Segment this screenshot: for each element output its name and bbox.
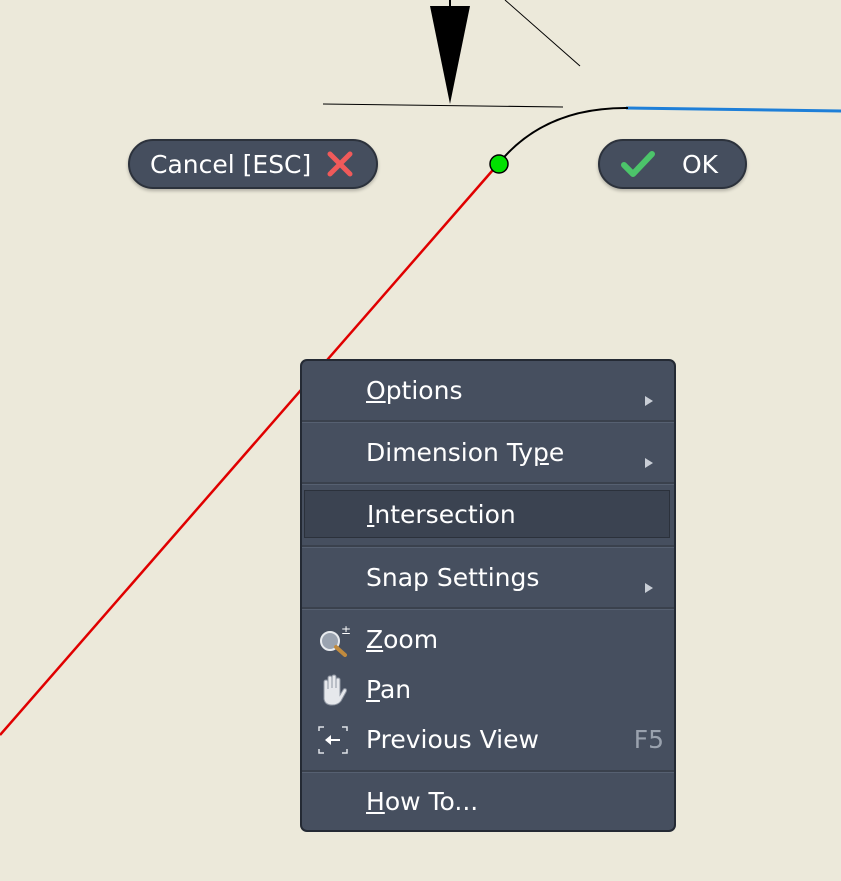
submenu-arrow-icon	[644, 384, 654, 413]
svg-text:±: ±	[341, 623, 350, 637]
menu-item-dimension-type[interactable]: Dimension Type	[302, 428, 674, 476]
cancel-button-label: Cancel [ESC]	[150, 149, 312, 179]
close-icon	[325, 149, 355, 179]
menu-item-label: Previous View	[366, 724, 539, 754]
menu-item-pan[interactable]: Pan	[302, 665, 674, 713]
snap-point[interactable]	[489, 154, 509, 174]
blue-line[interactable]	[625, 106, 841, 113]
menu-item-zoom[interactable]: ± Zoom	[302, 615, 674, 663]
menu-item-options[interactable]: Options	[302, 366, 674, 414]
menu-item-label: How To...	[366, 786, 479, 816]
menu-item-label: Snap Settings	[366, 562, 540, 592]
zoom-icon: ±	[316, 623, 351, 657]
menu-item-label: Pan	[366, 674, 412, 704]
context-menu: Options Dimension Type Intersection Snap…	[300, 359, 676, 832]
menu-separator	[302, 482, 674, 485]
menu-item-snap-settings[interactable]: Snap Settings	[302, 553, 674, 601]
cancel-button[interactable]: Cancel [ESC]	[128, 139, 378, 189]
menu-item-label: Zoom	[366, 624, 439, 654]
extension-line	[322, 103, 564, 108]
ok-button[interactable]: OK	[598, 139, 747, 189]
menu-separator	[302, 545, 674, 548]
ok-button-label: OK	[682, 149, 719, 179]
menu-item-intersection[interactable]: Intersection	[304, 490, 670, 538]
pan-hand-icon	[316, 673, 350, 707]
menu-separator	[302, 420, 674, 423]
leader-line	[504, 0, 581, 67]
menu-item-how-to[interactable]: How To...	[302, 777, 674, 825]
menu-item-label: Options	[366, 375, 463, 405]
submenu-arrow-icon	[644, 446, 654, 475]
menu-item-label: Intersection	[367, 499, 516, 529]
submenu-arrow-icon	[644, 571, 654, 600]
dimension-arrowhead	[430, 6, 470, 104]
shortcut-label: F5	[633, 724, 664, 754]
menu-separator	[302, 770, 674, 773]
menu-item-previous-view[interactable]: Previous View F5	[302, 715, 674, 763]
checkmark-icon	[620, 149, 656, 179]
menu-item-label: Dimension Type	[366, 437, 565, 467]
previous-view-icon	[316, 723, 350, 757]
menu-separator	[302, 607, 674, 610]
